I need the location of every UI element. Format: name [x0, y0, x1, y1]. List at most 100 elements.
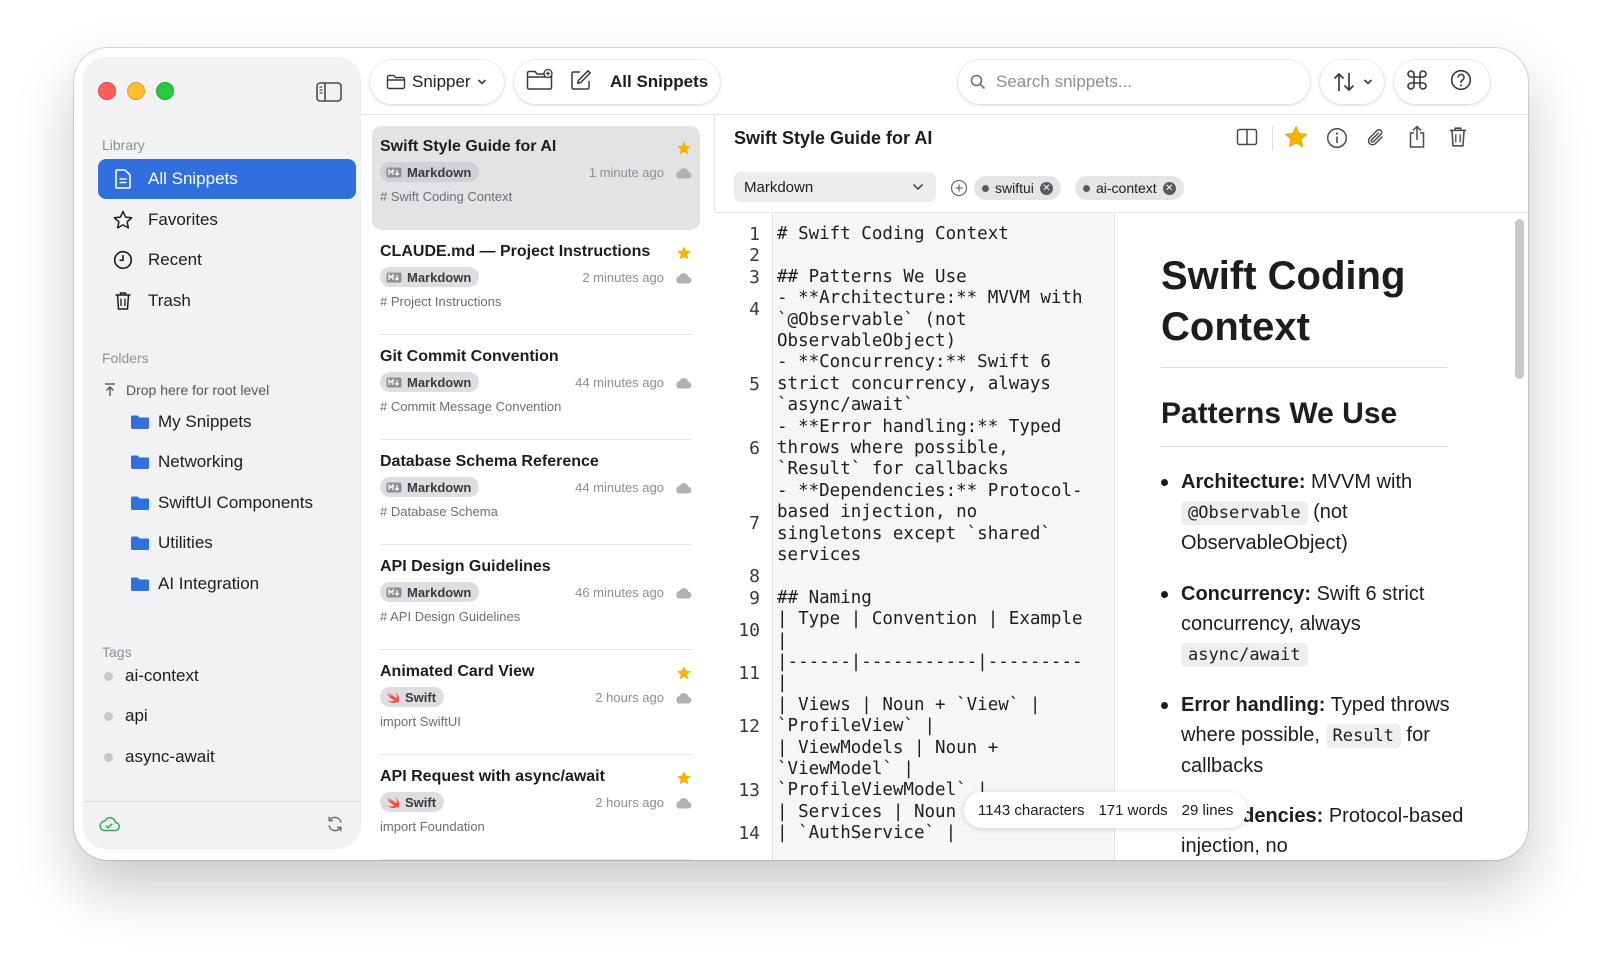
compose-icon[interactable] [570, 69, 592, 96]
line-number: 7 [749, 512, 760, 534]
tag-dot-icon [104, 671, 113, 681]
help-icon[interactable] [1450, 69, 1472, 96]
library-selector[interactable]: Snipper [370, 60, 504, 104]
sidebar-item-favorites[interactable]: Favorites [98, 200, 356, 240]
split-view-icon[interactable] [1236, 127, 1258, 152]
root-drop-zone[interactable]: Drop here for root level [104, 382, 269, 398]
favorite-star-icon[interactable] [676, 245, 692, 266]
snippet-title: CLAUDE.md — Project Instructions [380, 243, 651, 260]
tag-item-async-await[interactable]: async-await [104, 747, 215, 767]
code-line: - **Error handling:** Typed [777, 416, 1062, 437]
favorite-star-icon[interactable] [676, 665, 692, 686]
document-stats: 1143 characters 171 words 29 lines [964, 792, 1248, 828]
snippet-list-item[interactable]: CLAUDE.md — Project Instructions Markdown… [372, 231, 700, 335]
search-field[interactable]: Search snippets... [958, 60, 1310, 104]
preview-scrollbar[interactable] [1515, 219, 1524, 379]
snippet-list-item[interactable]: Git Commit Convention Markdown 44 minutes … [372, 336, 700, 440]
tag-chip-swiftui[interactable]: swiftui ✕ [974, 176, 1061, 200]
code-line: `ViewModel` | [777, 759, 914, 779]
sidebar-item-label: Trash [148, 291, 191, 310]
code-line: `ProfileViewModel` | [777, 780, 988, 801]
command-icon[interactable] [1406, 69, 1428, 96]
code-editor[interactable]: # Swift Coding Context ## Patterns We Use… [773, 213, 1113, 860]
folder-item-swiftui-components[interactable]: SwiftUI Components [130, 493, 313, 513]
snippet-title: Database Schema Reference [380, 453, 599, 470]
sidebar-item-label: Favorites [148, 210, 218, 229]
markdown-icon [386, 167, 402, 177]
snippet-list-item[interactable]: Database Schema Reference Markdown 44 minu… [372, 441, 700, 545]
folder-item-my-snippets[interactable]: My Snippets [130, 412, 252, 432]
markdown-preview: Swift Coding Context Patterns We Use Arc… [1115, 213, 1528, 860]
code-line: | [777, 673, 788, 694]
tag-label: ai-context [125, 666, 199, 685]
info-icon[interactable] [1326, 127, 1348, 154]
snippet-preview: # Project Instructions [380, 294, 502, 309]
code-line: - **Architecture:** MVVM with [777, 288, 1083, 309]
tags-header: Tags [102, 644, 132, 660]
add-tag-icon[interactable] [950, 179, 968, 202]
zoom-window-button[interactable] [156, 82, 174, 100]
preview-heading-2: Patterns We Use [1161, 397, 1398, 430]
new-folder-icon[interactable] [526, 68, 554, 96]
snippet-list-item[interactable]: Swift Style Guide for AI Markdown 1 minute… [372, 126, 700, 230]
sidebar-item-recent[interactable]: Recent [98, 240, 356, 280]
search-input[interactable]: Search snippets... [996, 72, 1132, 92]
sidebar-item-label: Recent [148, 250, 202, 269]
tag-item-ai-context[interactable]: ai-context [104, 666, 199, 686]
delete-trash-icon[interactable] [1448, 126, 1468, 153]
sidebar-item-all-snippets[interactable]: All Snippets [98, 159, 356, 199]
language-select[interactable]: Markdown [734, 172, 936, 202]
sort-menu-button[interactable] [1320, 60, 1384, 104]
remove-tag-icon[interactable]: ✕ [1162, 181, 1176, 195]
modified-time: 2 hours ago [595, 690, 664, 705]
folder-item-networking[interactable]: Networking [130, 452, 243, 472]
share-icon[interactable] [1407, 125, 1427, 154]
sidebar-toggle-icon[interactable] [316, 82, 342, 107]
toolbar-help-group [1394, 60, 1490, 104]
snippet-preview: # Swift Coding Context [380, 189, 513, 204]
minimize-window-button[interactable] [127, 82, 145, 100]
cloud-sync-icon [674, 271, 692, 289]
snippet-preview: # API Design Guidelines [380, 609, 521, 624]
cloud-sync-icon [674, 376, 692, 394]
modified-time: 2 minutes ago [582, 270, 664, 285]
snippet-list-item[interactable]: API Design Guidelines Markdown 46 minutes … [372, 546, 700, 650]
folder-item-ai-integration[interactable]: AI Integration [130, 574, 259, 594]
snippet-list-item[interactable]: API Request with async/await Swift 2 hours… [372, 756, 700, 860]
language-label: Swift [405, 794, 437, 810]
folder-item-utilities[interactable]: Utilities [130, 533, 213, 553]
document-icon [112, 168, 134, 190]
attachment-icon[interactable] [1366, 127, 1386, 154]
remove-tag-icon[interactable]: ✕ [1039, 181, 1053, 195]
cloud-sync-icon [674, 691, 692, 709]
markdown-icon [386, 587, 402, 597]
code-line: services [777, 545, 862, 565]
tag-item-api[interactable]: api [104, 706, 148, 726]
folder-outline-icon [386, 74, 406, 90]
language-select-value: Markdown [744, 178, 814, 196]
code-line: | `AuthService` | [777, 823, 957, 844]
snippet-title: Swift Style Guide for AI [380, 138, 557, 155]
tag-chip-ai-context[interactable]: ai-context ✕ [1075, 176, 1184, 200]
language-label: Markdown [407, 584, 472, 600]
sync-icon[interactable] [326, 815, 344, 833]
tag-label: api [125, 706, 148, 725]
tag-chip-label: swiftui [995, 180, 1034, 196]
favorite-star-icon[interactable] [676, 140, 692, 161]
sidebar-item-trash[interactable]: Trash [98, 281, 356, 321]
snippet-title: Git Commit Convention [380, 348, 559, 365]
tag-dot-icon [104, 752, 113, 762]
language-badge: Swift [380, 687, 445, 707]
library-header: Library [102, 137, 145, 153]
line-number: 3 [749, 266, 760, 288]
modified-time: 44 minutes ago [575, 375, 664, 390]
snippet-title: Animated Card View [380, 663, 535, 680]
snippet-list-item[interactable]: Animated Card View Swift 2 hours ago import… [372, 651, 700, 755]
favorite-star-icon[interactable] [676, 770, 692, 791]
close-window-button[interactable] [98, 82, 116, 100]
character-count: 1143 characters [978, 801, 1085, 819]
code-line: ObservableObject) [777, 331, 957, 351]
favorite-star-icon[interactable] [1284, 125, 1308, 154]
preview-list-item: Error handling: Typed throws where possi… [1161, 690, 1471, 781]
snippet-preview: import Foundation [380, 819, 485, 834]
